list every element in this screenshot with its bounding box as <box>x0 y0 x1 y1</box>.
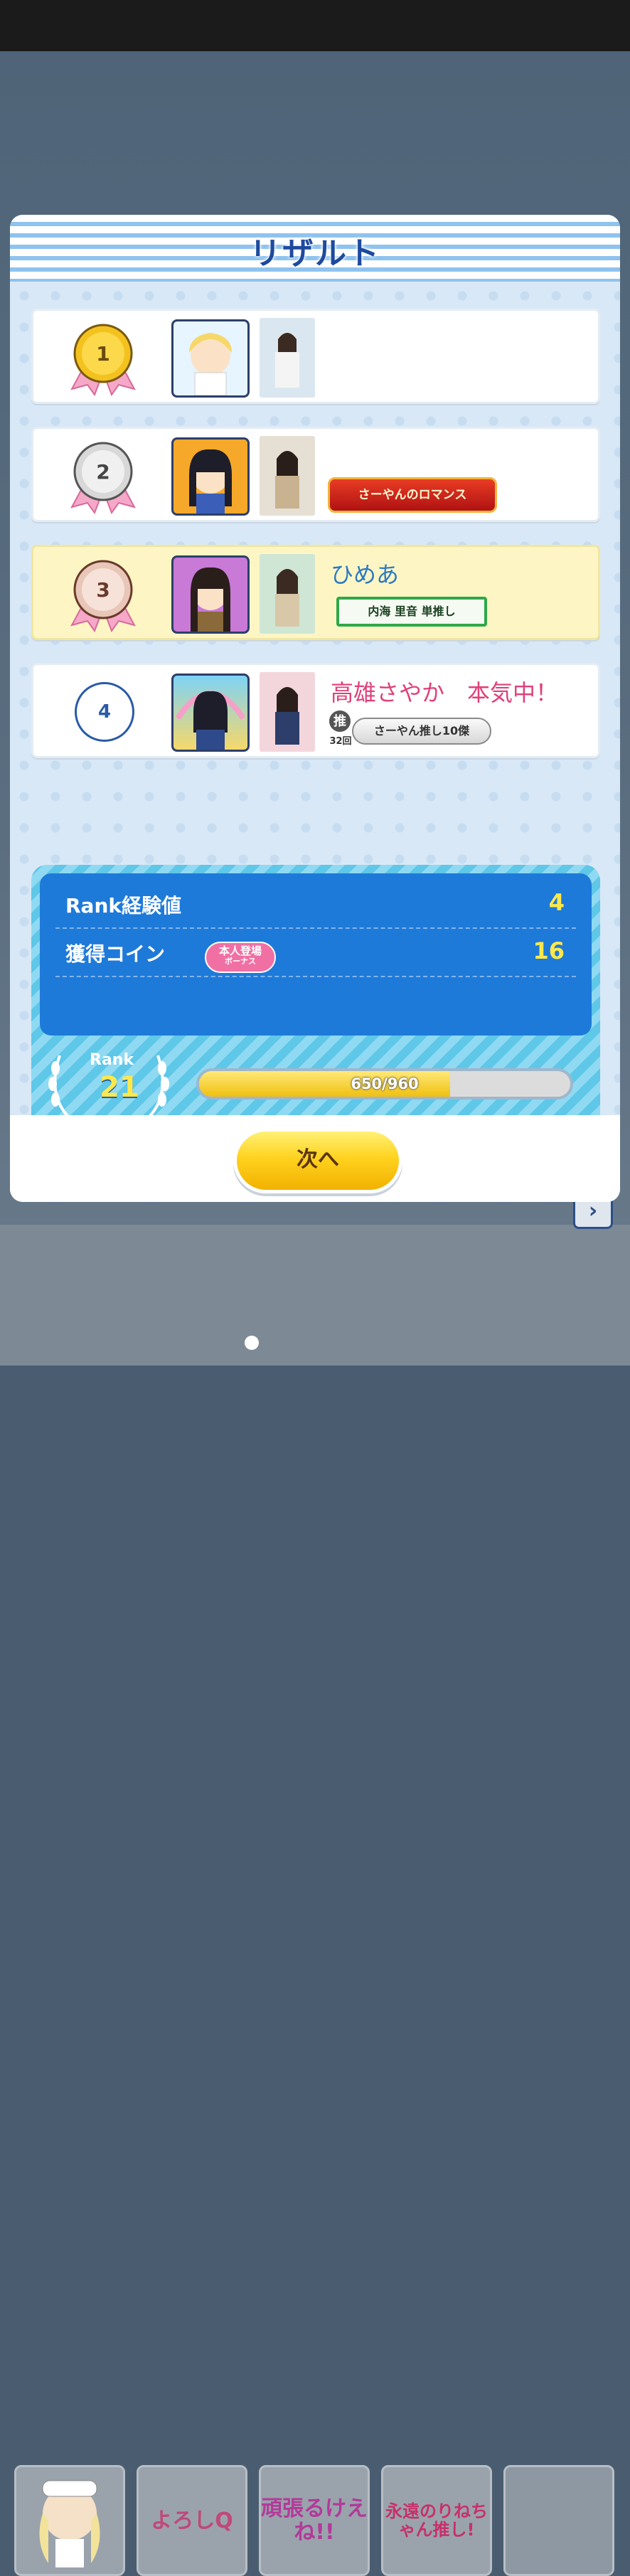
reward-summary: Rank経験値 4 獲得コイン 本人登場 ボーナス 16 <box>40 873 592 1036</box>
sticker-text: 頑張るけえね!! <box>261 2496 368 2545</box>
avatar <box>171 437 250 516</box>
sticker-eien[interactable]: 永遠のりねちゃん推し! <box>381 2465 492 2576</box>
page-indicator-dot <box>245 1336 259 1350</box>
rank-number: 4 <box>75 682 134 742</box>
modal-body: 1 2 さーやんのロマンス 3 ひめあ 内海 里音 単推し 4 高雄さやか 本気… <box>10 282 620 1191</box>
result-row-4: 4 高雄さやか 本気中！ 推 32回 さーやん推し10傑 <box>31 663 600 758</box>
reward-panel: Rank経験値 4 獲得コイン 本人登場 ボーナス 16 Rank 21 650… <box>31 865 600 1132</box>
member-card <box>260 318 315 398</box>
member-photo-icon <box>260 436 315 516</box>
xp-progress-text: 650/960 <box>351 1075 419 1092</box>
divider <box>55 976 576 977</box>
bonus-line-1: 本人登場 <box>218 944 262 957</box>
sticker-empty-slot[interactable] <box>503 2465 614 2576</box>
captain-character-icon <box>39 2480 100 2567</box>
silver-medal-icon: 2 <box>70 442 136 514</box>
coin-value: 16 <box>533 937 565 964</box>
member-photo-icon <box>260 554 315 634</box>
rank-exp-label: Rank経験値 <box>65 894 182 917</box>
sticker-captain-character[interactable] <box>14 2465 125 2576</box>
avatar <box>171 555 250 634</box>
result-modal: リザルト 1 2 さーやんのロマンス 3 ひめあ 内海 里音 単推し 4 高雄さ… <box>10 215 620 1202</box>
modal-title: リザルト <box>250 235 380 272</box>
sticker-tray: よろしQ 頑張るけえね!! 永遠のりねちゃん推し! <box>0 1225 630 2576</box>
member-photo-icon <box>260 318 315 398</box>
rank-value: 21 <box>100 1071 139 1104</box>
coin-label: 獲得コイン <box>65 942 166 966</box>
title-badge: さーやん推し10傑 <box>352 718 491 745</box>
oshi-count-badge: 推 32回 <box>326 709 355 750</box>
divider <box>55 927 576 929</box>
svg-text:1: 1 <box>96 342 110 366</box>
modal-header: リザルト <box>10 215 620 282</box>
sticker-ganbaru[interactable]: 頑張るけえね!! <box>259 2465 370 2576</box>
sticker-text: 永遠のりねちゃん推し! <box>385 2501 488 2540</box>
bonus-line-2: ボーナス <box>225 956 256 966</box>
rank-exp-value: 4 <box>548 889 565 916</box>
status-bar <box>0 0 630 51</box>
character-icon <box>189 333 232 395</box>
svg-text:2: 2 <box>96 460 110 484</box>
member-card <box>260 554 315 634</box>
result-row-3: 3 ひめあ 内海 里音 単推し <box>31 545 600 640</box>
title-badge: さーやんのロマンス <box>328 477 497 513</box>
sticker-yoroshiq[interactable]: よろしQ <box>137 2465 247 2576</box>
player-name: 高雄さやか 本気中！ <box>331 679 559 706</box>
result-row-1: 1 <box>31 309 600 404</box>
avatar <box>171 674 250 752</box>
svg-text:3: 3 <box>96 578 110 602</box>
rank-label: Rank <box>90 1051 134 1069</box>
character-icon <box>191 567 230 632</box>
bonus-badge: 本人登場 ボーナス <box>205 942 276 973</box>
laurel-left-icon <box>48 1055 70 1118</box>
result-row-2: 2 さーやんのロマンス <box>31 427 600 522</box>
character-icon <box>175 691 246 750</box>
player-name: ひめあ <box>331 561 400 588</box>
gold-medal-icon: 1 <box>70 324 136 396</box>
member-photo-icon <box>260 672 315 752</box>
xp-progress-bar: 650/960 <box>196 1068 573 1100</box>
oshi-count: 32回 <box>329 736 352 747</box>
next-button[interactable]: 次へ <box>233 1128 402 1193</box>
laurel-right-icon <box>148 1055 169 1118</box>
member-card <box>260 436 315 516</box>
bronze-medal-icon: 3 <box>70 560 136 632</box>
member-card <box>260 672 315 752</box>
oshi-icon: 推 <box>328 709 352 733</box>
character-icon <box>189 449 232 513</box>
sticker-text: よろしQ <box>151 2508 233 2533</box>
title-badge: 内海 里音 単推し <box>336 597 487 627</box>
avatar <box>171 319 250 398</box>
